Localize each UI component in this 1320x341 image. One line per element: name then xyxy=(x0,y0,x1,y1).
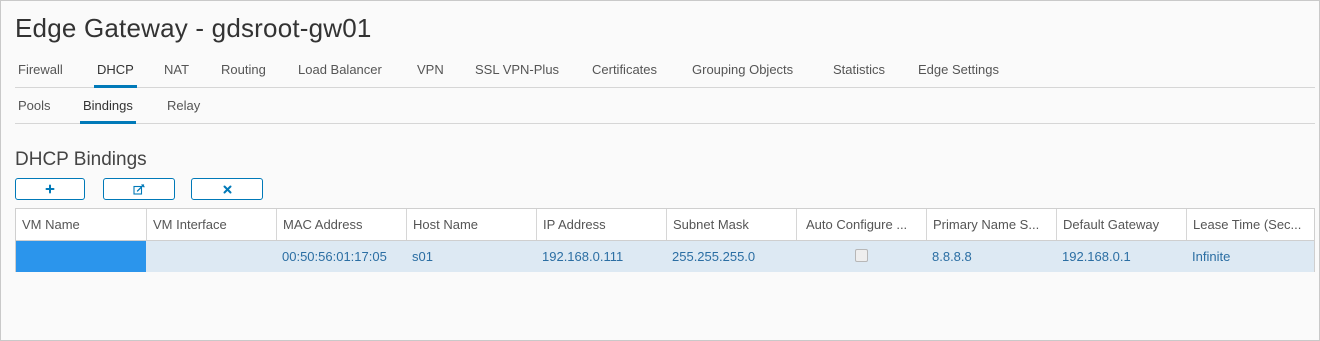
table-row[interactable]: 00:50:56:01:17:05 s01 192.168.0.111 255.… xyxy=(16,240,1314,272)
tab-firewall[interactable]: Firewall xyxy=(18,53,63,87)
delete-binding-button[interactable] xyxy=(191,178,263,200)
plus-icon xyxy=(45,184,55,194)
cell-host-name: s01 xyxy=(412,249,433,264)
add-binding-button[interactable] xyxy=(15,178,85,200)
cell-vm-name[interactable] xyxy=(16,241,146,272)
column-header-primary-name-server[interactable]: Primary Name S... xyxy=(926,209,1056,240)
column-header-vm-interface[interactable]: VM Interface xyxy=(146,209,276,240)
close-icon xyxy=(223,185,231,193)
tab-dhcp[interactable]: DHCP xyxy=(94,53,137,88)
cell-default-gateway: 192.168.0.1 xyxy=(1062,249,1131,264)
column-header-lease-time[interactable]: Lease Time (Sec... xyxy=(1186,209,1314,240)
auto-configure-checkbox[interactable] xyxy=(855,249,868,262)
main-tabs: Firewall DHCP NAT Routing Load Balancer … xyxy=(15,53,1315,88)
cell-primary-name-server: 8.8.8.8 xyxy=(932,249,972,264)
cell-mac-address: 00:50:56:01:17:05 xyxy=(282,249,387,264)
page-title: Edge Gateway - gdsroot-gw01 xyxy=(15,13,372,43)
column-header-default-gateway[interactable]: Default Gateway xyxy=(1056,209,1186,240)
tab-certificates[interactable]: Certificates xyxy=(592,53,657,87)
edge-gateway-panel: Edge Gateway - gdsroot-gw01 Firewall DHC… xyxy=(0,0,1320,341)
tab-statistics[interactable]: Statistics xyxy=(833,53,885,87)
cell-subnet-mask: 255.255.255.0 xyxy=(672,249,756,264)
subtab-relay[interactable]: Relay xyxy=(167,89,200,123)
tab-nat[interactable]: NAT xyxy=(164,53,189,87)
column-header-ip-address[interactable]: IP Address xyxy=(536,209,666,240)
bindings-grid: VM Name VM Interface MAC Address Host Na… xyxy=(15,208,1315,272)
tab-vpn[interactable]: VPN xyxy=(417,53,444,87)
column-header-auto-configure[interactable]: Auto Configure ... xyxy=(796,209,926,240)
edit-binding-button[interactable] xyxy=(103,178,175,200)
cell-lease-time: Infinite xyxy=(1192,249,1231,264)
subtab-pools[interactable]: Pools xyxy=(18,89,51,123)
edit-icon xyxy=(133,183,145,195)
tab-ssl-vpn-plus[interactable]: SSL VPN-Plus xyxy=(475,53,559,87)
column-header-vm-name[interactable]: VM Name xyxy=(16,209,146,240)
column-header-mac-address[interactable]: MAC Address xyxy=(276,209,406,240)
cell-ip-address: 192.168.0.111 xyxy=(542,249,624,264)
tab-grouping-objects[interactable]: Grouping Objects xyxy=(692,53,793,87)
tab-routing[interactable]: Routing xyxy=(221,53,266,87)
tab-load-balancer[interactable]: Load Balancer xyxy=(298,53,382,87)
subtab-bindings[interactable]: Bindings xyxy=(80,89,136,124)
section-title: DHCP Bindings xyxy=(15,149,147,170)
tab-edge-settings[interactable]: Edge Settings xyxy=(918,53,999,87)
column-header-host-name[interactable]: Host Name xyxy=(406,209,536,240)
dhcp-subtabs: Pools Bindings Relay xyxy=(15,89,1315,124)
cell-vm-interface xyxy=(146,241,276,272)
column-header-subnet-mask[interactable]: Subnet Mask xyxy=(666,209,796,240)
